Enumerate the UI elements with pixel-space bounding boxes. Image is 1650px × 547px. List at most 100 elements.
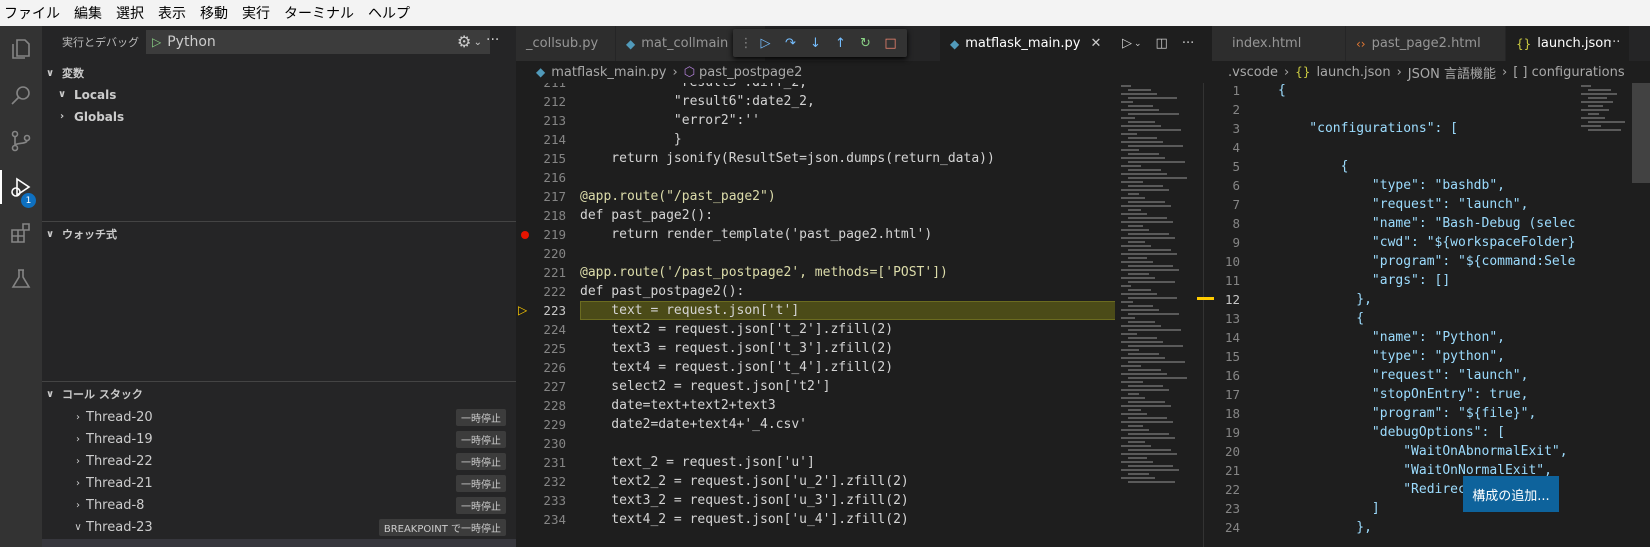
watch-section-header[interactable]: ∨ ウォッチ式 xyxy=(42,223,516,245)
search-button[interactable] xyxy=(0,72,42,118)
line-number: 213 xyxy=(543,113,566,128)
minimap-line xyxy=(1121,429,1149,431)
minimap-line xyxy=(1121,189,1169,191)
explorer-button[interactable] xyxy=(0,26,42,72)
breakpoint-icon[interactable] xyxy=(521,231,529,239)
minimap-line xyxy=(1121,349,1139,351)
stop-icon[interactable]: □ xyxy=(878,36,903,51)
line-number: 232 xyxy=(543,474,566,489)
thread-item[interactable]: › Thread-19 一時停止 xyxy=(42,429,516,450)
more-actions-icon[interactable]: ··· xyxy=(1182,36,1194,51)
debug-config-select[interactable]: ▷ Python ⌄ xyxy=(146,30,490,54)
scrollbar[interactable] xyxy=(1203,83,1214,547)
gear-icon[interactable]: ⚙ xyxy=(457,32,471,51)
thread-item[interactable]: › Thread-20 一時停止 xyxy=(42,407,516,428)
line-number: 228 xyxy=(543,398,566,413)
thread-item[interactable]: ∨ Thread-23 BREAKPOINT で一時停止 xyxy=(42,517,516,538)
minimap-line xyxy=(1128,273,1149,275)
line-number: 16 xyxy=(1224,368,1240,383)
code-line: date2=date+text4+'_4.csv' xyxy=(580,417,807,432)
testing-button[interactable] xyxy=(0,256,42,302)
code-line: "WaitOnAbnormalExit", xyxy=(1278,444,1568,459)
minimap-line xyxy=(1121,141,1163,143)
minimap-line xyxy=(1128,145,1183,147)
breadcrumb-file[interactable]: matflask_main.py xyxy=(551,65,666,80)
chevron-down-icon: ∨ xyxy=(45,67,55,79)
minimap-line xyxy=(1128,265,1173,267)
tab-index-html[interactable]: index.html xyxy=(1212,26,1346,61)
breadcrumb-folder[interactable]: .vscode xyxy=(1228,65,1278,80)
menu-help[interactable]: ヘルプ xyxy=(368,3,410,23)
minimap-line xyxy=(1581,101,1613,103)
code-line: return render_template('past_page2.html'… xyxy=(580,227,933,242)
continue-icon[interactable]: ▷ xyxy=(753,36,778,51)
thread-status-badge: 一時停止 xyxy=(456,431,506,448)
menu-file[interactable]: ファイル xyxy=(4,3,60,23)
close-icon[interactable]: ✕ xyxy=(1090,36,1101,51)
tab-collsub[interactable]: _collsub.py xyxy=(516,26,616,61)
restart-icon[interactable]: ↻ xyxy=(853,36,878,51)
debug-badge: 1 xyxy=(21,193,36,208)
more-actions-icon[interactable]: ··· xyxy=(1608,35,1620,50)
minimap[interactable] xyxy=(1115,83,1203,547)
minimap-line xyxy=(1128,377,1187,379)
minimap-line xyxy=(1128,97,1177,99)
minimap-line xyxy=(1128,441,1145,443)
chevron-down-icon: ∨ xyxy=(45,388,55,400)
chevron-right-icon: › xyxy=(76,412,80,423)
thread-item[interactable]: › Thread-21 一時停止 xyxy=(42,473,516,494)
add-configuration-button[interactable]: 構成の追加... xyxy=(1463,476,1559,512)
minimap-line xyxy=(1121,197,1145,199)
tab-past-page2-html[interactable]: ‹› past_page2.html xyxy=(1346,26,1506,61)
source-control-button[interactable] xyxy=(0,118,42,164)
line-number: 23 xyxy=(1224,501,1240,516)
search-icon xyxy=(11,86,30,105)
step-out-icon[interactable]: ↑ xyxy=(828,36,853,51)
globals-scope[interactable]: › Globals xyxy=(54,106,124,127)
drag-handle-icon[interactable]: ⋮ xyxy=(739,36,753,51)
menu-run[interactable]: 実行 xyxy=(242,3,270,23)
minimap-line xyxy=(1121,181,1143,183)
minimap-line xyxy=(1128,113,1179,115)
minimap-line xyxy=(1128,401,1165,403)
variables-section-header[interactable]: ∨ 変数 xyxy=(42,62,516,84)
extensions-button[interactable] xyxy=(0,210,42,256)
chevron-down-icon[interactable]: ⌄ xyxy=(1134,39,1142,49)
thread-status-badge: 一時停止 xyxy=(456,497,506,514)
minimap-line xyxy=(1121,85,1131,87)
callstack-section-header[interactable]: ∨ コール スタック xyxy=(42,383,516,405)
line-number: 13 xyxy=(1224,311,1240,326)
chevron-right-icon: › xyxy=(1396,64,1402,80)
run-icon[interactable]: ▷ xyxy=(1122,36,1132,51)
code-line: "request": "launch", xyxy=(1278,368,1529,383)
breadcrumb-language[interactable]: JSON 言語機能 xyxy=(1408,63,1496,82)
code-line: "type": "python", xyxy=(1278,349,1505,364)
menu-go[interactable]: 移動 xyxy=(200,3,228,23)
split-editor-icon[interactable]: ◫ xyxy=(1156,36,1168,51)
thread-item[interactable]: › Thread-22 一時停止 xyxy=(42,451,516,472)
minimap-line xyxy=(1128,473,1149,475)
minimap-line xyxy=(1121,133,1137,135)
line-number: 15 xyxy=(1224,349,1240,364)
scrollbar-thumb[interactable] xyxy=(1632,83,1650,183)
code-line: "args": [] xyxy=(1278,273,1451,288)
minimap-line xyxy=(1128,105,1153,107)
breadcrumb-symbol[interactable]: past_postpage2 xyxy=(699,65,802,80)
minimap-line xyxy=(1128,361,1185,363)
selected-frame-row[interactable] xyxy=(42,539,516,547)
menu-view[interactable]: 表示 xyxy=(158,3,186,23)
line-number: 215 xyxy=(543,151,566,166)
thread-item[interactable]: › Thread-8 一時停止 xyxy=(42,495,516,516)
minimap-line xyxy=(1121,373,1167,375)
menu-terminal[interactable]: ターミナル xyxy=(284,3,354,23)
breadcrumb-file[interactable]: launch.json xyxy=(1316,65,1390,80)
start-debug-icon[interactable]: ▷ xyxy=(152,35,161,49)
locals-scope[interactable]: ∨ Locals xyxy=(54,84,116,105)
step-into-icon[interactable]: ↓ xyxy=(803,36,828,51)
more-actions-icon[interactable]: ··· xyxy=(486,32,499,48)
breadcrumb-node[interactable]: [ ] configurations xyxy=(1513,65,1624,80)
menu-selection[interactable]: 選択 xyxy=(116,3,144,23)
step-over-icon[interactable]: ↷ xyxy=(778,36,803,51)
code-editor-left[interactable]: 211 "result5":diff_2, 212 "result6":date2… xyxy=(516,83,1116,547)
menu-edit[interactable]: 編集 xyxy=(74,3,102,23)
